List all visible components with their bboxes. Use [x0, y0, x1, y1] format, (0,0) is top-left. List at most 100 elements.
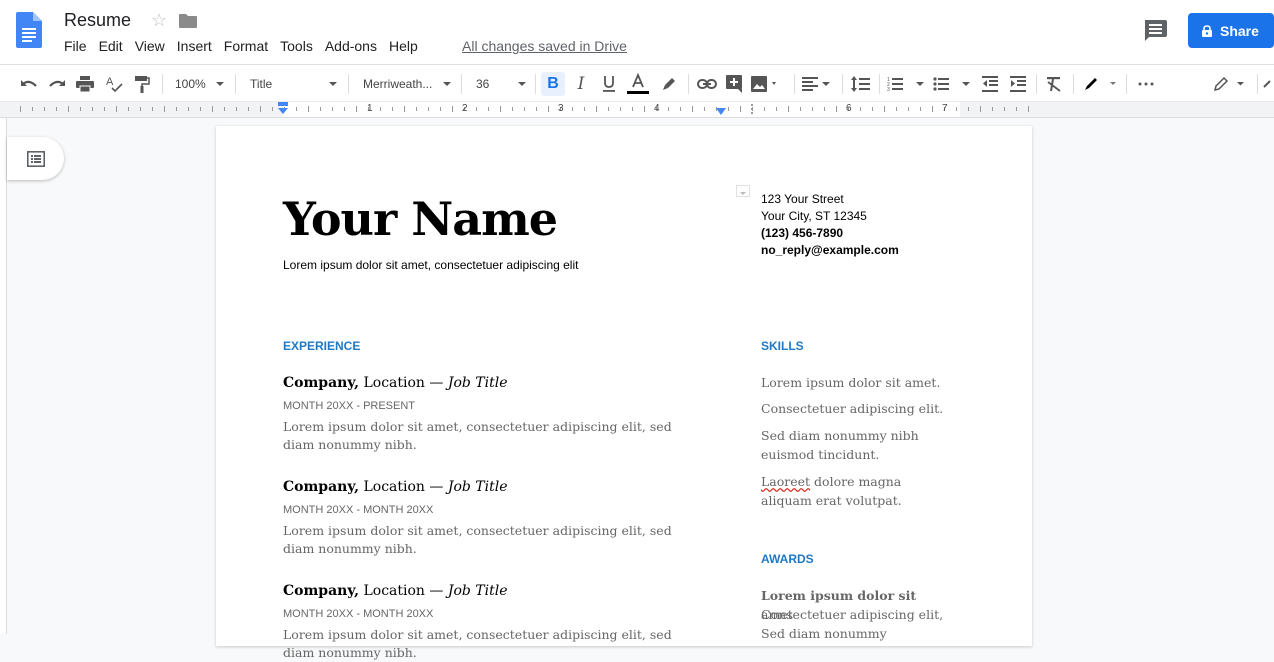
ruler-tick [44, 107, 45, 111]
ruler-tick [344, 107, 345, 111]
clear-formatting-button[interactable] [1043, 73, 1065, 95]
document-outline-button[interactable] [7, 137, 64, 180]
text-color-button[interactable] [626, 73, 650, 95]
align-button[interactable] [802, 73, 834, 95]
ruler-tick [332, 107, 333, 111]
job-dates[interactable]: MONTH 20XX - MONTH 20XX [283, 608, 433, 620]
awards-heading[interactable]: AWARDS [761, 552, 814, 566]
undo-button[interactable] [18, 73, 40, 95]
job-dates[interactable]: MONTH 20XX - MONTH 20XX [283, 504, 433, 516]
job-heading[interactable]: Company, Location — Job Title [283, 479, 508, 495]
skill-item[interactable]: Consectetuer adipiscing elit. [761, 399, 951, 418]
star-icon[interactable]: ☆ [151, 10, 167, 31]
document-title[interactable]: Resume [64, 10, 131, 31]
save-status-link[interactable]: All changes saved in Drive [462, 38, 627, 54]
print-button[interactable] [74, 73, 96, 95]
more-options-button[interactable] [1135, 73, 1157, 95]
ruler-tick [920, 107, 921, 111]
toolbar-divider [535, 74, 536, 94]
folder-icon[interactable] [179, 14, 197, 28]
vertical-ruler[interactable] [0, 118, 7, 634]
job-heading[interactable]: Company, Location — Job Title [283, 375, 508, 391]
skill-item[interactable]: Lorem ipsum dolor sit amet. [761, 373, 951, 392]
docs-logo-icon[interactable] [16, 12, 42, 48]
ruler-tick [248, 107, 249, 111]
skill-item[interactable]: Laoreet dolore magna aliquam erat volutp… [761, 472, 951, 510]
comments-icon[interactable] [1144, 20, 1168, 42]
line-spacing-icon [851, 76, 870, 92]
font-select[interactable]: Merriweath... [363, 73, 453, 95]
menu-view[interactable]: View [135, 38, 165, 54]
skill-item[interactable]: Sed diam nonummy nibh euismod tincidunt. [761, 426, 951, 464]
ruler-active-area [283, 102, 960, 117]
bulleted-list-button[interactable] [933, 73, 973, 95]
job-dates[interactable]: MONTH 20XX - PRESENT [283, 400, 415, 412]
ruler-tick [440, 107, 441, 111]
menu-help[interactable]: Help [389, 38, 418, 54]
style-select[interactable]: Title [250, 73, 340, 95]
paint-format-button[interactable] [131, 73, 153, 95]
resume-tagline[interactable]: Lorem ipsum dolor sit amet, consectetuer… [283, 258, 578, 272]
ruler-tick [548, 106, 549, 112]
job-description[interactable]: Lorem ipsum dolor sit amet, consectetuer… [283, 418, 703, 454]
right-indent-marker-icon[interactable] [715, 106, 727, 116]
first-line-indent-marker-icon[interactable] [277, 102, 289, 116]
underline-button[interactable] [598, 73, 620, 95]
ruler-tick [872, 107, 873, 111]
job-description[interactable]: Lorem ipsum dolor sit amet, consectetuer… [283, 522, 703, 558]
bold-button[interactable]: B [541, 72, 565, 96]
misspelled-word[interactable]: Laoreet [761, 474, 810, 489]
job-heading[interactable]: Company, Location — Job Title [283, 583, 508, 599]
horizontal-ruler[interactable]: 1 2 3 4 6 7 [0, 102, 1274, 118]
award-line[interactable]: Consectetuer adipiscing elit, [761, 605, 951, 624]
menu-edit[interactable]: Edit [99, 38, 123, 54]
line-spacing-button[interactable] [849, 73, 871, 95]
add-comment-button[interactable] [723, 73, 745, 95]
italic-button[interactable]: I [570, 73, 592, 95]
increase-indent-icon [1010, 76, 1026, 92]
ruler-tick [644, 106, 645, 112]
zoom-caret-icon [216, 82, 224, 86]
menu-file[interactable]: File [64, 38, 87, 54]
menu-addons[interactable]: Add-ons [325, 38, 377, 54]
contact-info[interactable]: 123 Your Street Your City, ST 12345 (123… [761, 191, 899, 259]
ruler-tick [56, 107, 57, 111]
toolbar-divider [1126, 74, 1127, 94]
increase-indent-button[interactable] [1007, 73, 1029, 95]
underline-icon [603, 76, 615, 92]
column-divider-handle-icon[interactable] [750, 104, 754, 116]
spellcheck-button[interactable]: A [103, 73, 125, 95]
document-page[interactable]: Your Name Lorem ipsum dolor sit amet, co… [216, 126, 1032, 660]
decrease-indent-button[interactable] [979, 73, 1001, 95]
insert-image-button[interactable] [751, 73, 785, 95]
table-cell-dropdown-icon[interactable] [736, 185, 750, 197]
menu-insert[interactable]: Insert [177, 38, 212, 54]
ruler-tick [500, 106, 501, 112]
menu-tools[interactable]: Tools [280, 38, 313, 54]
ruler-number: 6 [846, 103, 852, 114]
resume-name-heading[interactable]: Your Name [283, 192, 558, 246]
ruler-tick [620, 107, 621, 111]
skills-heading[interactable]: SKILLS [761, 339, 804, 353]
numbered-list-button[interactable]: 123 [887, 73, 927, 95]
ruler-tick [452, 106, 453, 112]
undo-icon [21, 80, 37, 87]
award-title: Lorem ipsum dolor sit [761, 588, 917, 603]
collapse-toolbar-button[interactable] [1262, 73, 1274, 95]
insert-link-button[interactable] [695, 73, 719, 95]
editing-mode-button[interactable] [1213, 73, 1249, 95]
share-button[interactable]: Share [1188, 13, 1274, 48]
experience-heading[interactable]: EXPERIENCE [283, 339, 360, 353]
ruler-tick [740, 106, 741, 112]
job-description[interactable]: Lorem ipsum dolor sit amet, consectetuer… [283, 626, 703, 662]
font-value: Merriweath... [363, 77, 433, 91]
numbered-list-icon: 123 [887, 77, 924, 92]
address-street: 123 Your Street [761, 192, 844, 206]
redo-button[interactable] [46, 73, 68, 95]
pen-tool-button[interactable] [1083, 73, 1119, 95]
ruler-tick [824, 107, 825, 111]
menu-format[interactable]: Format [224, 38, 268, 54]
highlight-button[interactable] [658, 73, 680, 95]
ruler-tick [812, 107, 813, 111]
chevron-up-icon [1263, 80, 1271, 88]
